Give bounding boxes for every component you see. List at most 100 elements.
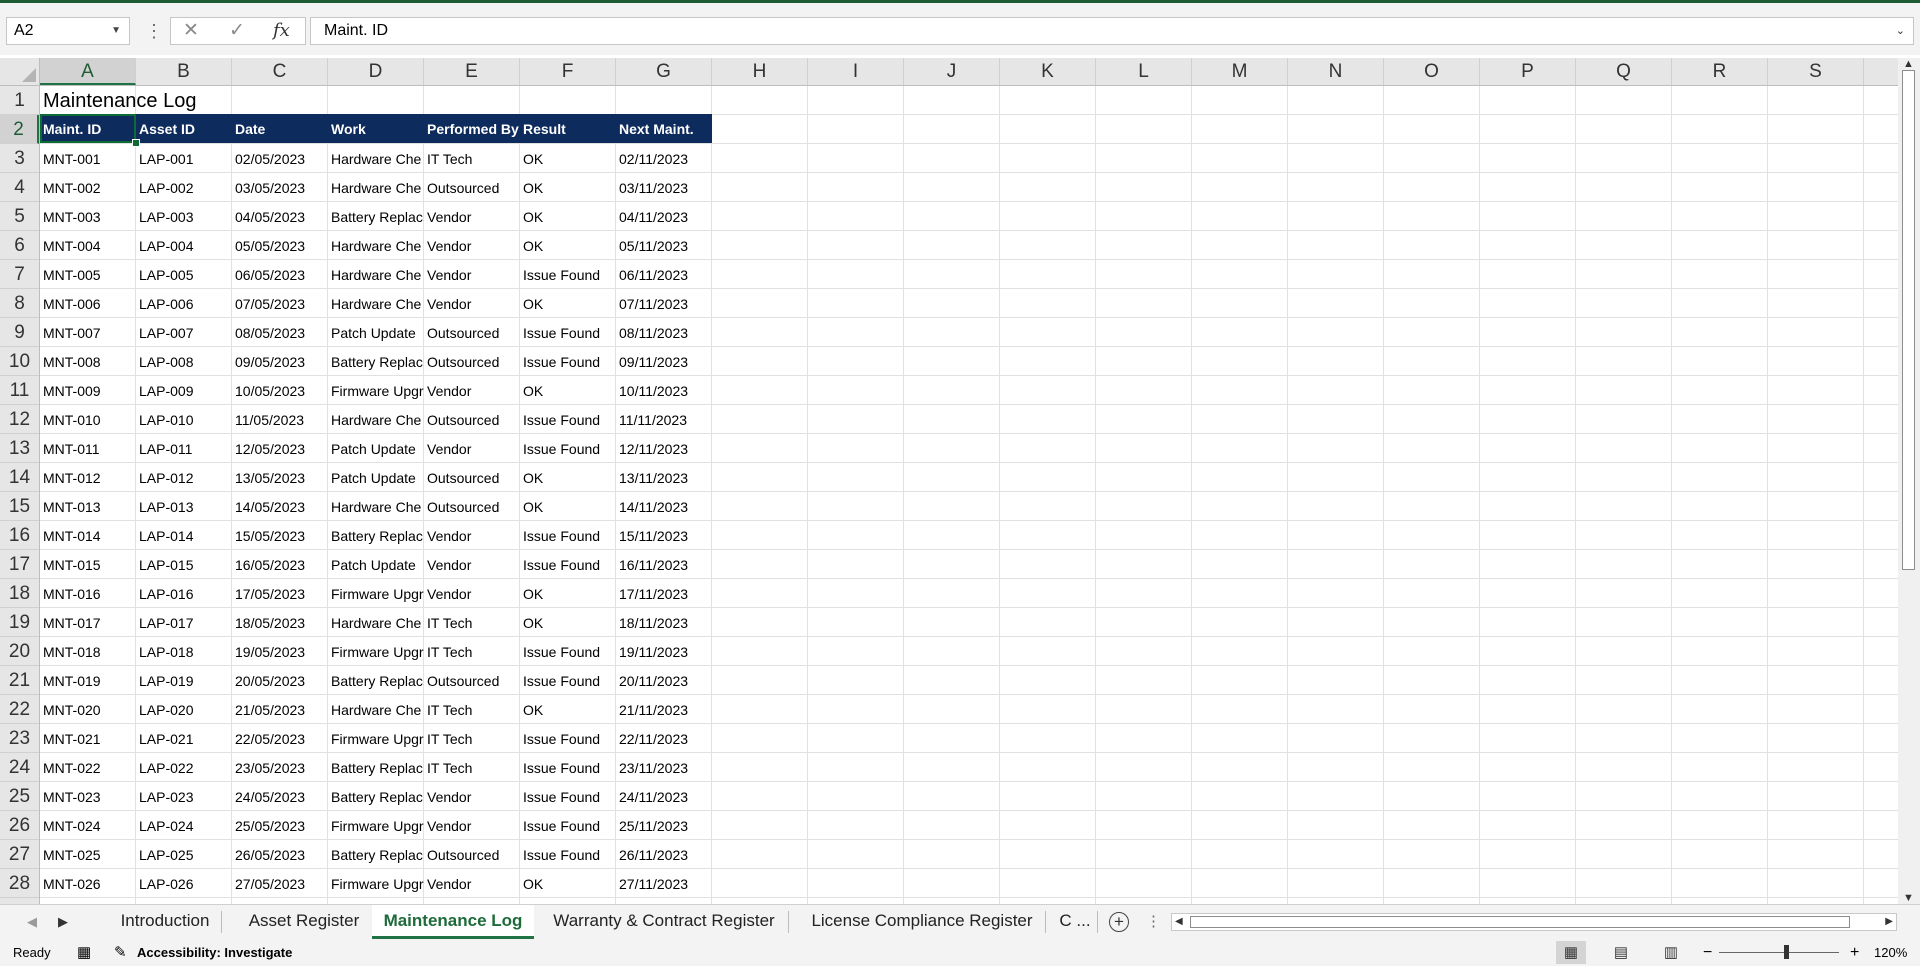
table-cell[interactable]: IT Tech — [424, 144, 520, 173]
table-cell[interactable]: MNT-005 — [40, 260, 136, 289]
table-cell[interactable]: MNT-020 — [40, 695, 136, 724]
table-cell[interactable]: OK — [520, 869, 616, 898]
table-cell[interactable]: LAP-005 — [136, 260, 232, 289]
row-header-16[interactable]: 16 — [0, 521, 39, 550]
table-cell[interactable]: LAP-026 — [136, 869, 232, 898]
column-header-r[interactable]: R — [1672, 58, 1768, 85]
column-header-a[interactable]: A — [40, 58, 136, 85]
table-cell[interactable]: MNT-014 — [40, 521, 136, 550]
table-cell[interactable]: Vendor — [424, 869, 520, 898]
table-cell[interactable]: LAP-009 — [136, 376, 232, 405]
column-header-d[interactable]: D — [328, 58, 424, 85]
table-cell[interactable]: IT Tech — [424, 637, 520, 666]
header-cell[interactable]: Performed By — [424, 114, 520, 143]
table-cell[interactable]: 06/11/2023 — [616, 260, 712, 289]
vertical-scroll-thumb[interactable] — [1902, 70, 1915, 570]
table-cell[interactable]: Issue Found — [520, 434, 616, 463]
row-header-11[interactable]: 11 — [0, 376, 39, 405]
column-header-h[interactable]: H — [712, 58, 808, 85]
header-cell[interactable]: Asset ID — [136, 114, 232, 143]
next-sheet-icon[interactable]: ▶ — [58, 905, 68, 939]
zoom-slider[interactable] — [1719, 952, 1839, 953]
macro-record-icon[interactable]: ▦ — [77, 939, 91, 966]
table-cell[interactable]: MNT-004 — [40, 231, 136, 260]
header-cell[interactable]: Result — [520, 114, 616, 143]
table-cell[interactable]: 09/11/2023 — [616, 347, 712, 376]
table-cell[interactable]: 10/05/2023 — [232, 376, 328, 405]
table-cell[interactable]: 05/11/2023 — [616, 231, 712, 260]
row-header-13[interactable]: 13 — [0, 434, 39, 463]
sheet-tab[interactable]: Maintenance Log — [372, 905, 534, 939]
table-cell[interactable]: Vendor — [424, 260, 520, 289]
row-header-26[interactable]: 26 — [0, 811, 39, 840]
enter-icon[interactable]: ✓ — [229, 18, 245, 44]
select-all-button[interactable] — [0, 58, 40, 86]
table-cell[interactable]: 11/05/2023 — [232, 405, 328, 434]
table-cell[interactable]: OK — [520, 695, 616, 724]
column-header-e[interactable]: E — [424, 58, 520, 85]
sheet-tab[interactable]: Warranty & Contract Register — [541, 905, 787, 939]
table-cell[interactable]: 19/05/2023 — [232, 637, 328, 666]
table-cell[interactable]: Firmware Upgr — [328, 637, 424, 666]
column-header-b[interactable]: B — [136, 58, 232, 85]
table-cell[interactable]: MNT-003 — [40, 202, 136, 231]
table-cell[interactable]: LAP-006 — [136, 289, 232, 318]
table-cell[interactable]: 02/05/2023 — [232, 144, 328, 173]
sheet-title[interactable]: Maintenance Log — [43, 86, 196, 114]
table-cell[interactable]: 04/11/2023 — [616, 202, 712, 231]
row-header-9[interactable]: 9 — [0, 318, 39, 347]
tab-options-icon[interactable]: ⋮ — [1146, 905, 1161, 939]
row-header-3[interactable]: 3 — [0, 144, 39, 173]
table-cell[interactable]: LAP-024 — [136, 811, 232, 840]
table-cell[interactable]: Outsourced — [424, 173, 520, 202]
table-cell[interactable]: Vendor — [424, 782, 520, 811]
table-cell[interactable]: 14/05/2023 — [232, 492, 328, 521]
table-cell[interactable]: 06/05/2023 — [232, 260, 328, 289]
table-cell[interactable]: 07/11/2023 — [616, 289, 712, 318]
table-cell[interactable]: 08/11/2023 — [616, 318, 712, 347]
header-cell[interactable]: Next Maint. — [616, 114, 712, 143]
table-cell[interactable]: 07/05/2023 — [232, 289, 328, 318]
table-cell[interactable]: Vendor — [424, 202, 520, 231]
table-cell[interactable]: IT Tech — [424, 724, 520, 753]
table-cell[interactable]: 03/05/2023 — [232, 173, 328, 202]
zoom-in-icon[interactable]: + — [1850, 939, 1859, 966]
table-cell[interactable]: OK — [520, 173, 616, 202]
header-cell[interactable]: Work — [328, 114, 424, 143]
table-cell[interactable]: Issue Found — [520, 260, 616, 289]
table-cell[interactable]: IT Tech — [424, 608, 520, 637]
table-cell[interactable]: Issue Found — [520, 318, 616, 347]
table-cell[interactable]: MNT-012 — [40, 463, 136, 492]
table-cell[interactable]: LAP-001 — [136, 144, 232, 173]
table-cell[interactable]: Outsourced — [424, 318, 520, 347]
table-cell[interactable]: 18/05/2023 — [232, 608, 328, 637]
row-header-1[interactable]: 1 — [0, 86, 39, 115]
table-cell[interactable]: MNT-008 — [40, 347, 136, 376]
table-cell[interactable]: 20/05/2023 — [232, 666, 328, 695]
table-cell[interactable]: Issue Found — [520, 811, 616, 840]
sheet-tab[interactable]: License Compliance Register — [800, 905, 1044, 939]
sheet-tab[interactable]: Asset Register — [237, 905, 371, 939]
table-cell[interactable]: 18/11/2023 — [616, 608, 712, 637]
scroll-up-icon[interactable]: ▲ — [1903, 58, 1914, 70]
column-header-g[interactable]: G — [616, 58, 712, 85]
table-cell[interactable]: Battery Replac — [328, 666, 424, 695]
table-cell[interactable]: Hardware Che — [328, 173, 424, 202]
scroll-down-icon[interactable]: ▼ — [1903, 892, 1914, 904]
accessibility-status[interactable]: Accessibility: Investigate — [137, 939, 292, 966]
table-cell[interactable]: Outsourced — [424, 492, 520, 521]
table-cell[interactable]: 22/11/2023 — [616, 724, 712, 753]
table-cell[interactable]: MNT-011 — [40, 434, 136, 463]
table-cell[interactable]: 24/11/2023 — [616, 782, 712, 811]
vertical-scrollbar[interactable]: ▲ ▼ — [1898, 58, 1920, 904]
table-cell[interactable]: IT Tech — [424, 695, 520, 724]
row-header-8[interactable]: 8 — [0, 289, 39, 318]
table-cell[interactable]: 13/05/2023 — [232, 463, 328, 492]
table-cell[interactable]: Battery Replac — [328, 202, 424, 231]
sheet-tab[interactable]: Introduction — [110, 905, 220, 939]
row-header-25[interactable]: 25 — [0, 782, 39, 811]
table-cell[interactable]: MNT-026 — [40, 869, 136, 898]
table-cell[interactable]: OK — [520, 492, 616, 521]
insert-function-icon[interactable]: fx — [273, 18, 290, 44]
table-cell[interactable]: LAP-011 — [136, 434, 232, 463]
